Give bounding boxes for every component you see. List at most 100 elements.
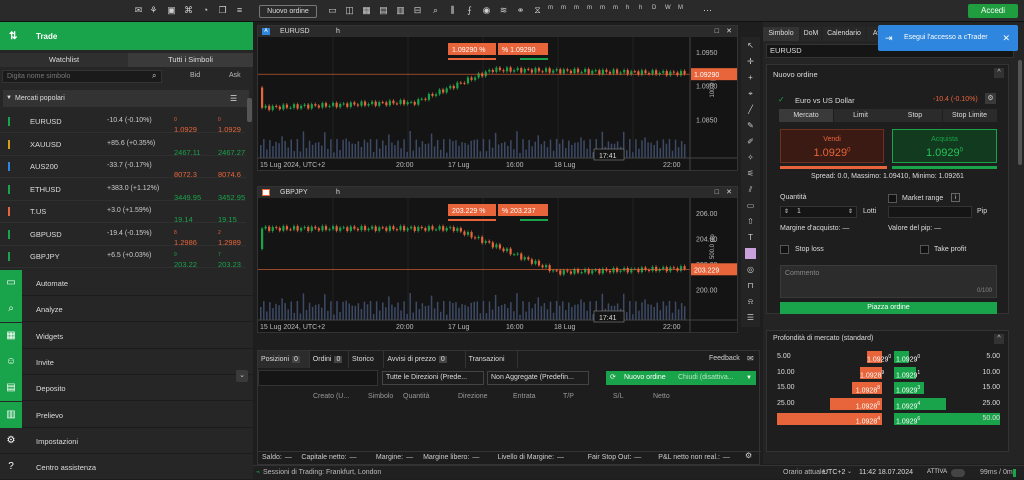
sell-button[interactable]: Vendi 1.09290 xyxy=(780,129,884,163)
direction-filter[interactable]: Tutte le Direzioni (Prede... xyxy=(382,371,484,385)
dom-bid-row[interactable]: 25.00 1.09286 xyxy=(777,397,882,410)
place-order-button[interactable]: Piazza ordine xyxy=(780,302,997,314)
settings-icon[interactable]: ⚙ xyxy=(985,93,996,104)
tab-watchlist[interactable]: Watchlist xyxy=(0,53,128,67)
tab-calendario[interactable]: Calendario xyxy=(823,27,865,41)
pen-icon[interactable]: ✎ xyxy=(745,120,756,131)
target-icon[interactable]: ◎ xyxy=(745,264,756,275)
nav-item-prelievo[interactable]: ▥ Prelievo xyxy=(0,401,253,428)
stop-loss-checkbox[interactable] xyxy=(780,245,789,254)
watchlist-row[interactable]: XAUUSD +85.6 (+0.35%) 2467.11 2467.27 xyxy=(0,132,246,157)
crosshair-icon[interactable]: ✛ xyxy=(745,56,756,67)
timeframe-option[interactable]: m xyxy=(587,5,592,11)
watchlist-row[interactable]: T.US +3.0 (+1.59%) 19.14 19.15 xyxy=(0,199,246,224)
contacts-icon[interactable]: ⚘ xyxy=(148,5,159,16)
nav-item-deposito[interactable]: ▤ Deposito xyxy=(0,375,253,402)
watchlist-row[interactable]: GBPUSD -19.4 (-0.15%) 1.2986 8 1.2989 2 xyxy=(0,222,246,247)
alert-icon[interactable]: ⍾ xyxy=(745,296,756,307)
timeframe-option[interactable]: D xyxy=(652,5,656,11)
arrow-up-icon[interactable]: ⇧ xyxy=(745,216,756,227)
code-icon[interactable]: ⌘ xyxy=(183,5,194,16)
watchlist-row[interactable]: GBPJPY +6.5 (+0.03%) 203.22 9 203.23 7 xyxy=(0,244,246,269)
brush-icon[interactable]: ✐ xyxy=(745,136,756,147)
chevron-down-icon[interactable]: ⌄ xyxy=(847,468,852,475)
collapse-icon[interactable]: ^ xyxy=(994,334,1004,344)
timezone-select[interactable]: UTC+2 xyxy=(823,469,845,476)
chevron-down-icon[interactable]: ▼ xyxy=(746,371,752,385)
timeframe-option[interactable]: m xyxy=(574,5,579,11)
order-type-stop-limite[interactable]: Stop Limite xyxy=(942,109,997,122)
column-header[interactable]: Direzione xyxy=(458,393,488,400)
list-view-icon[interactable]: ☰ xyxy=(230,90,237,107)
chart-gbpjpy[interactable]: GBPJPY h □ ✕ 206.00204.00202.00200.0015 … xyxy=(257,186,738,333)
candles-icon[interactable]: ⫼ xyxy=(447,5,458,16)
maximize-icon[interactable]: □ xyxy=(715,26,719,37)
tab-avvisi-di-prezzo[interactable]: Avvisi di prezzo 0 xyxy=(384,351,466,368)
signal-icon[interactable]: ◉ xyxy=(481,5,492,16)
new-order-button[interactable]: Nuovo ordine xyxy=(259,5,317,18)
nav-item-impostazioni[interactable]: ⚙ Impostazioni xyxy=(0,427,253,454)
watchlist-row[interactable]: EURUSD -10.4 (-0.10%) 1.0929 0 1.0929 0 xyxy=(0,109,246,134)
nav-item-widgets[interactable]: ▦ Widgets xyxy=(0,322,253,349)
stepper-icon[interactable]: ⇕ xyxy=(848,207,853,217)
trendline-icon[interactable]: ╱ xyxy=(745,104,756,115)
dom-ask-row[interactable]: 1.09296 50.00 xyxy=(894,413,1000,425)
close-icon[interactable]: ✕ xyxy=(726,187,732,198)
tab-transazioni[interactable]: Transazioni xyxy=(465,351,518,368)
nav-item-analyze[interactable]: ⌕ Analyze xyxy=(0,296,253,323)
note-icon[interactable]: ▭ xyxy=(745,200,756,211)
right-scrollbar[interactable] xyxy=(1018,60,1022,165)
tab-ordini[interactable]: Ordini 0 xyxy=(309,351,349,368)
stepper-icon[interactable]: ⇕ xyxy=(784,207,789,217)
more-icon[interactable]: ⋯ xyxy=(702,5,713,16)
layout-split-icon[interactable]: ◫ xyxy=(344,5,355,16)
timeframe-icon[interactable]: ⧖ xyxy=(532,5,543,16)
new-order-bottom-button[interactable]: ⟳ Nuovo ordine Chiudi (disattiva... ▼ xyxy=(606,371,756,385)
search-icon[interactable]: ⌕ xyxy=(152,71,156,81)
cursor-icon[interactable]: ↖ xyxy=(745,40,756,51)
cross-icon[interactable]: + xyxy=(745,72,756,83)
timeframe-option[interactable]: m xyxy=(600,5,605,11)
order-type-limit[interactable]: Limit xyxy=(833,109,888,122)
layout-rows-icon[interactable]: ▥ xyxy=(395,5,406,16)
settings-lines-icon[interactable]: ☰ xyxy=(745,312,756,323)
tab-simbolo[interactable]: Simbolo xyxy=(763,27,799,41)
tab-posizioni[interactable]: Posizioni 0 xyxy=(258,351,310,368)
fibonacci-icon[interactable]: ⚟ xyxy=(745,168,756,179)
chat-icon[interactable]: ✉ xyxy=(747,354,754,363)
market-range-checkbox[interactable] xyxy=(888,194,897,203)
positions-search-input[interactable] xyxy=(258,370,378,386)
layout-single-icon[interactable]: ▭ xyxy=(327,5,338,16)
gear-icon[interactable]: ⚙ xyxy=(745,451,752,460)
line-tool-icon[interactable]: ⌖ xyxy=(745,88,756,99)
quantity-stepper[interactable]: ⇕ 1 ⇕ xyxy=(780,206,857,218)
copy-icon[interactable]: ❐ xyxy=(217,5,228,16)
maximize-icon[interactable]: □ xyxy=(715,187,719,198)
indicators-icon[interactable]: ⨍ xyxy=(464,5,475,16)
timeframe-option[interactable]: W xyxy=(665,5,671,11)
trade-tab[interactable]: ⇅ Trade xyxy=(0,22,253,50)
close-all-button[interactable]: Chiudi (disattiva... xyxy=(678,371,734,385)
symbol-search-input[interactable]: Digita nome simbolo xyxy=(2,70,162,83)
column-header[interactable]: Entrata xyxy=(513,393,536,400)
buy-button[interactable]: Acquista 1.09290 xyxy=(892,129,997,163)
tab-all-symbols[interactable]: Tutti i Simboli xyxy=(128,53,253,67)
dom-bid-row[interactable]: 50.001.09284 xyxy=(777,413,882,425)
column-header[interactable]: Quantità xyxy=(403,393,429,400)
dom-bid-row[interactable]: 10.00 1.09289 xyxy=(777,366,884,379)
magnet-icon[interactable]: ⊓ xyxy=(745,280,756,291)
aggregation-filter[interactable]: Non Aggregate (Predefin... xyxy=(487,371,589,385)
timeframe-option[interactable]: h xyxy=(626,5,629,11)
layers-icon[interactable]: ≋ xyxy=(498,5,509,16)
timeframe-option[interactable]: M xyxy=(678,5,683,11)
expand-icon[interactable]: ⌄ xyxy=(236,370,248,382)
login-button[interactable]: Accedi xyxy=(968,4,1018,18)
column-header[interactable]: Simbolo xyxy=(368,393,393,400)
order-type-mercato[interactable]: Mercato xyxy=(779,109,833,122)
chart-canvas[interactable]: 1.09501.09001.085015 Lug 2024, UTC+2 20:0… xyxy=(258,37,737,170)
popular-markets-header[interactable]: ▼ Mercati popolari ☰ xyxy=(3,90,249,107)
close-icon[interactable]: ✕ xyxy=(726,26,732,37)
order-type-stop[interactable]: Stop xyxy=(888,109,942,122)
dom-ask-row[interactable]: 1.09290 5.00 xyxy=(894,351,1000,363)
timeframe-option[interactable]: m xyxy=(548,5,553,11)
